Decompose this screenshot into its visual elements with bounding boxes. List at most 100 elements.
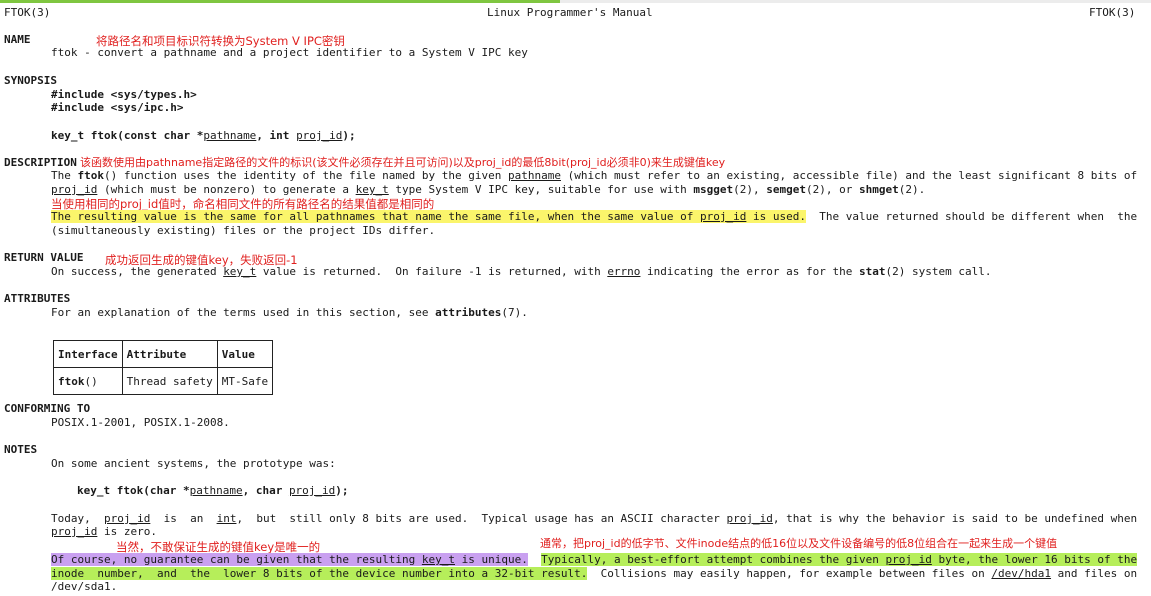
text: (2), or	[806, 183, 860, 196]
table-header-value: Value	[216, 340, 274, 368]
text-underline: key_t	[421, 553, 455, 566]
text: (2) system call.	[885, 265, 992, 278]
text: is unique.	[455, 553, 528, 566]
table-cell-value: MT-Safe	[216, 367, 274, 395]
text-bold: , char	[242, 484, 289, 497]
name-text: ftok - convert a pathname and a project …	[51, 46, 528, 59]
text: , but still only 8 bits are used. Typica…	[236, 512, 727, 525]
text: (which must be nonzero) to generate a	[97, 183, 356, 196]
table-header-attribute: Attribute	[121, 340, 218, 368]
header-right: FTOK(3)	[1089, 6, 1136, 19]
text-underline: proj_id	[288, 484, 336, 497]
header-title: Linux Programmer's Manual	[487, 6, 653, 19]
description-line-4: (simultaneously existing) files or the p…	[51, 224, 436, 237]
text: Today,	[51, 512, 104, 525]
text	[528, 553, 541, 566]
text: and files on	[1051, 567, 1138, 580]
section-attributes-heading: ATTRIBUTES	[4, 292, 71, 305]
text-underline: proj_id	[700, 210, 747, 223]
description-annotation-1: 该函数使用由pathname指定路径的文件的标识(该文件必须存在并且可访问)以及…	[80, 156, 726, 169]
text: The resulting value is the same for all …	[51, 210, 701, 223]
description-line-1: The ftok() function uses the identity of…	[51, 169, 1137, 183]
text: , that is why the behavior is said to be…	[772, 512, 1138, 525]
text-underline: proj_id	[726, 512, 773, 525]
text-underline: proj_id	[51, 183, 98, 196]
text-underline: pathname	[507, 169, 561, 182]
notes-annotation-left: 当然，不敢保证生成的键值key是唯一的	[116, 540, 321, 554]
text: (2),	[733, 183, 767, 196]
table-row: ftok() Thread safety MT-Safe	[53, 367, 274, 395]
text: On success, the generated	[51, 265, 224, 278]
proto-arg-proj-id: proj_id	[296, 129, 343, 142]
text: indicating the error as for the	[640, 265, 859, 278]
highlight-green: inode number, and the lower 8 bits of th…	[51, 567, 588, 580]
text: Of course, no guarantee can be given tha…	[51, 553, 422, 566]
text: (2).	[898, 183, 926, 196]
text-bold: key_t ftok(char *	[77, 484, 190, 497]
text-bold: semget	[766, 183, 807, 196]
text-underline: pathname	[189, 484, 243, 497]
text-bold: );	[335, 484, 349, 497]
text-underline: errno	[607, 265, 641, 278]
attributes-table: Interface Attribute Value ftok() Thread …	[53, 340, 274, 395]
text: byte, the lower 16 bits of the	[931, 553, 1138, 566]
text: type System V IPC key, suitable for use …	[388, 183, 694, 196]
notes-line-1: Today, proj_id is an int, but still only…	[51, 512, 1137, 526]
text: For an explanation of the terms used in …	[51, 306, 436, 319]
text-underline: key_t	[223, 265, 257, 278]
notes-line-5: /dev/sda1.	[51, 580, 118, 593]
highlight-purple: Of course, no guarantee can be given tha…	[51, 553, 528, 566]
conforming-text: POSIX.1-2001, POSIX.1-2008.	[51, 416, 230, 429]
notes-line-4: inode number, and the lower 8 bits of th…	[51, 567, 1137, 581]
proto-text: , int	[256, 129, 297, 142]
text: () function uses the identity of the fil…	[104, 169, 508, 182]
description-annotation-2: 当使用相同的proj_id值时，命名相同文件的所有路径名的结果值都是相同的	[51, 197, 435, 211]
description-line-2: proj_id (which must be nonzero) to gener…	[51, 183, 925, 197]
text-underline: /dev/hda1	[991, 567, 1052, 580]
synopsis-prototype: key_t ftok(const char *pathname, int pro…	[51, 129, 356, 143]
text: is used.	[746, 210, 806, 223]
section-description-heading: DESCRIPTION	[4, 156, 77, 169]
text-underline: proj_id	[885, 553, 932, 566]
text: value is returned. On failure -1 is retu…	[256, 265, 608, 278]
text: Typically, a best-effort attempt combine…	[541, 553, 886, 566]
section-conforming-heading: CONFORMING TO	[4, 402, 91, 415]
synopsis-include-types: #include <sys/types.h>	[51, 88, 197, 101]
text-underline: int	[216, 512, 237, 525]
proto-text: key_t ftok(const char *	[51, 129, 204, 142]
text-bold: shmget	[859, 183, 899, 196]
text-bold: ftok	[58, 374, 85, 388]
text-bold: msgget	[693, 183, 734, 196]
text-bold: ftok	[77, 169, 105, 182]
attributes-text: For an explanation of the terms used in …	[51, 306, 528, 320]
table-cell-interface: ftok()	[53, 367, 123, 395]
window-top-accent	[0, 0, 560, 3]
text-underline: proj_id	[103, 512, 151, 525]
text: (which must refer to an existing, access…	[560, 169, 1138, 182]
synopsis-include-ipc: #include <sys/ipc.h>	[51, 101, 184, 114]
highlight-yellow: The resulting value is the same for all …	[51, 210, 806, 223]
section-notes-heading: NOTES	[4, 443, 38, 456]
notes-intro: On some ancient systems, the prototype w…	[51, 457, 336, 470]
section-return-heading: RETURN VALUE	[4, 251, 84, 264]
notes-ancient-prototype: key_t ftok(char *pathname, char proj_id)…	[77, 484, 349, 498]
table-header-interface: Interface	[53, 340, 123, 368]
text: is zero.	[97, 525, 157, 538]
notes-line-3: Of course, no guarantee can be given tha…	[51, 553, 1138, 567]
table-header-row: Interface Attribute Value	[53, 340, 274, 368]
text: (7).	[501, 306, 528, 319]
text: Collisions may easily happen, for exampl…	[587, 567, 992, 580]
header-left: FTOK(3)	[4, 6, 51, 19]
text: is an	[150, 512, 217, 525]
section-synopsis-heading: SYNOPSIS	[4, 74, 57, 87]
notes-annotation-right: 通常，把proj_id的低字节、文件inode结点的低16位以及文件设备编号的低…	[540, 537, 1058, 550]
text: The	[51, 169, 78, 182]
section-name-heading: NAME	[4, 33, 31, 46]
text-underline: proj_id	[51, 525, 98, 538]
proto-arg-pathname: pathname	[203, 129, 257, 142]
highlight-green: Typically, a best-effort attempt combine…	[541, 553, 1138, 566]
return-text: On success, the generated key_t value is…	[51, 265, 991, 279]
text-bold: stat	[858, 265, 886, 278]
text-underline: key_t	[355, 183, 389, 196]
description-line-3: The resulting value is the same for all …	[51, 210, 1137, 224]
